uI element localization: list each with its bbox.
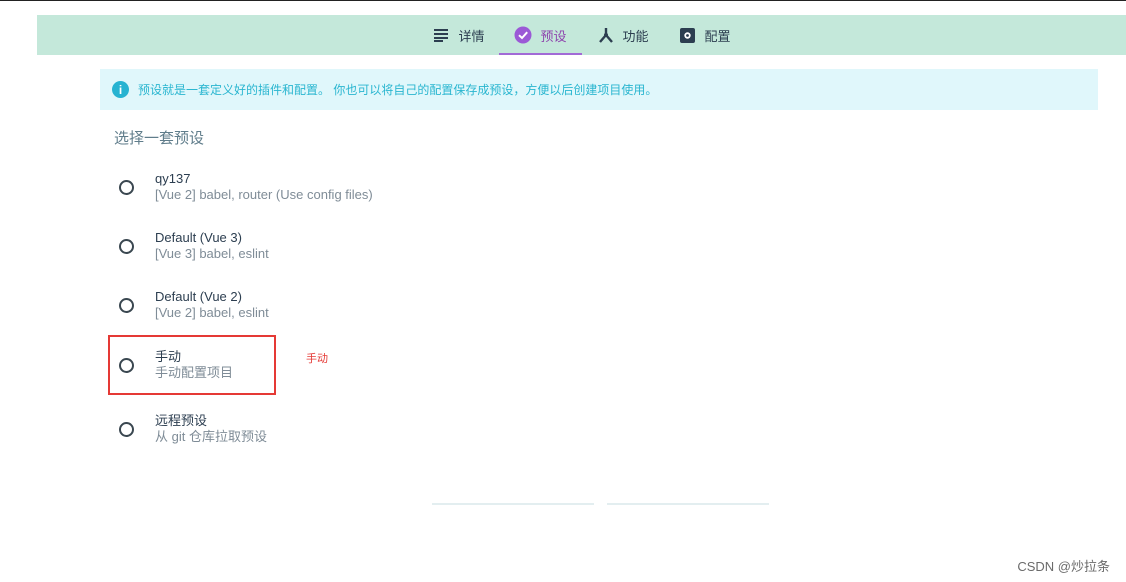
preset-name: 远程预设	[155, 413, 208, 428]
previous-button[interactable]	[432, 503, 594, 505]
preset-option[interactable]: Default (Vue 3) [Vue 3] babel, eslint	[119, 230, 269, 262]
preset-name: Default (Vue 2)	[155, 289, 242, 304]
info-text: 预设就是一套定义好的插件和配置。 你也可以将自己的配置保存成预设，方便以后创建项…	[138, 83, 658, 97]
info-banner: i 预设就是一套定义好的插件和配置。 你也可以将自己的配置保存成预设，方便以后创…	[100, 69, 1098, 110]
tab-config-label: 配置	[704, 28, 731, 44]
preset-option[interactable]: qy137 [Vue 2] babel, router (Use config …	[119, 171, 373, 203]
preset-description: [Vue 2] babel, router (Use config files)	[155, 187, 373, 202]
tab-features[interactable]: 功能	[582, 15, 664, 55]
preset-option-remote[interactable]: 远程预设 从 git 仓库拉取预设	[119, 413, 267, 445]
merge-icon	[597, 26, 615, 44]
radio-button[interactable]	[119, 179, 134, 195]
preset-description: 从 git 仓库拉取预设	[155, 429, 267, 444]
tab-presets-label: 预设	[540, 28, 567, 44]
tab-config[interactable]: 配置	[664, 15, 746, 55]
check-circle-icon	[514, 26, 532, 44]
tab-bar: 详情 预设 功能 配置	[37, 15, 1126, 55]
tab-presets[interactable]: 预设	[499, 15, 582, 55]
radio-button[interactable]	[119, 297, 134, 313]
radio-button[interactable]	[119, 421, 134, 437]
preset-description: [Vue 3] babel, eslint	[155, 246, 269, 261]
tab-details-label: 详情	[458, 28, 485, 44]
preset-name: Default (Vue 3)	[155, 230, 242, 245]
watermark: CSDN @炒拉条	[1017, 559, 1110, 574]
top-border-line	[0, 0, 1126, 1]
highlight-box	[108, 335, 276, 395]
preset-name: qy137	[155, 171, 191, 186]
list-icon	[432, 26, 450, 44]
preset-option[interactable]: Default (Vue 2) [Vue 2] babel, eslint	[119, 289, 269, 321]
preset-description: [Vue 2] babel, eslint	[155, 305, 269, 320]
tab-details[interactable]: 详情	[417, 15, 499, 55]
app-frame: 详情 预设 功能 配置 i 预设就是一套定义好的插件和配置。 你也可以将自己的配…	[37, 15, 1126, 505]
annotation-label: 手动	[306, 353, 328, 365]
settings-box-icon	[679, 26, 697, 44]
next-button[interactable]	[607, 503, 769, 505]
tab-features-label: 功能	[622, 28, 649, 44]
info-icon: i	[112, 81, 129, 98]
section-title: 选择一套预设	[114, 130, 205, 147]
radio-button[interactable]	[119, 238, 134, 254]
